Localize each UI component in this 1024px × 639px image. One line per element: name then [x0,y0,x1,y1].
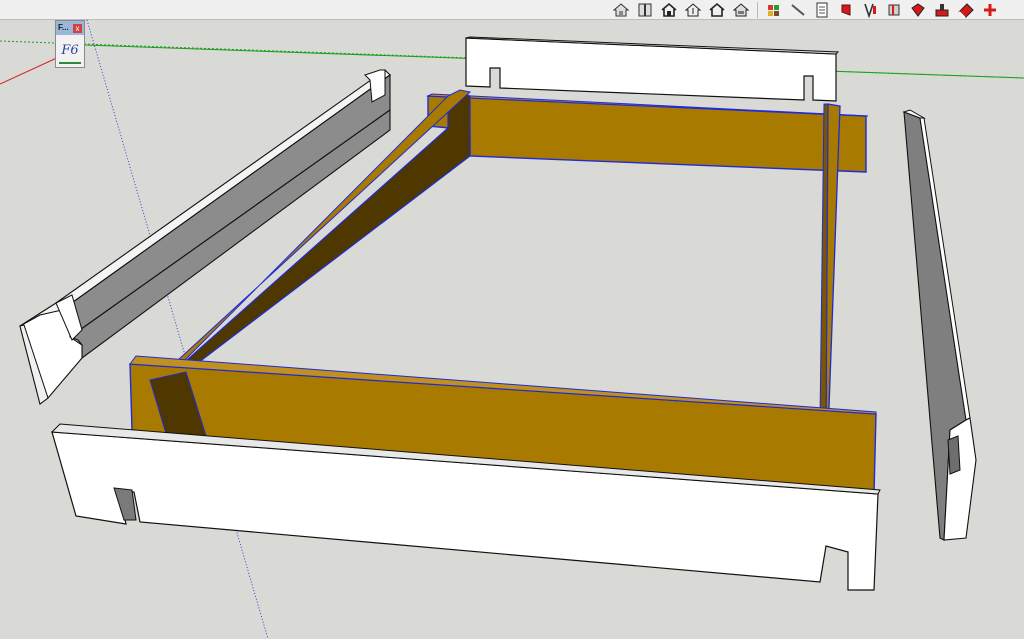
section-tool-icon[interactable] [858,1,882,20]
report-icon[interactable] [810,1,834,20]
f6-button[interactable]: F6 [59,40,81,64]
extension-icon[interactable] [762,1,786,20]
pencil-tool-icon[interactable] [786,1,810,20]
solid-tool-icon[interactable] [882,1,906,20]
share-model-icon[interactable] [681,1,705,20]
floating-toolbar-titlebar[interactable]: F... x [56,21,84,35]
house-outline-icon[interactable] [705,1,729,20]
main-toolbar [609,0,1002,20]
house-upload-icon[interactable] [729,1,753,20]
red-tag-icon[interactable] [834,1,858,20]
eraser-tool-icon[interactable] [954,1,978,20]
left-grey-board-top [19,69,391,327]
right-grey-board-slot [947,435,961,475]
3d-viewport[interactable] [0,20,1024,639]
add-tool-icon[interactable] [978,1,1002,20]
floating-toolbar: F... x F6 [55,20,85,68]
toolbar-separator [757,2,758,18]
home-icon[interactable] [657,1,681,20]
stamp-tool-icon[interactable] [930,1,954,20]
warehouse-icon[interactable] [609,1,633,20]
paint-bucket-icon[interactable] [906,1,930,20]
sketchup-window: F... x F6 [0,0,1024,639]
close-icon[interactable]: x [73,23,82,33]
back-white-board[interactable] [465,37,837,102]
components-icon[interactable] [633,1,657,20]
floating-toolbar-title: F... [58,23,69,32]
back-wood-board[interactable] [427,95,867,173]
